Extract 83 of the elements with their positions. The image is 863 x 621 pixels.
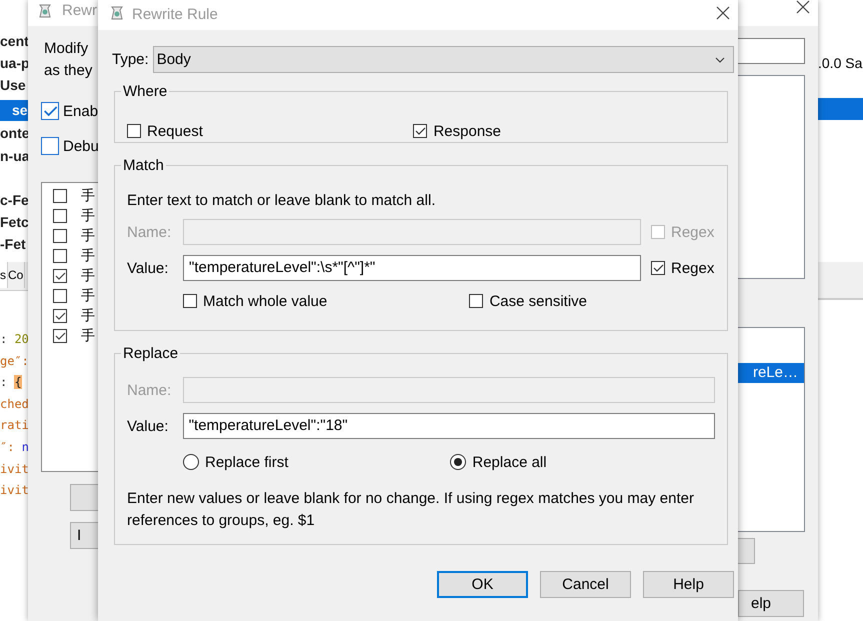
checkbox-label: Debu <box>63 138 99 154</box>
checkbox-label: Regex <box>671 260 714 276</box>
rule-name: 手 <box>81 187 95 205</box>
rule-name: 手 <box>81 327 95 345</box>
dialog-title: Rewrite Rule <box>132 6 218 23</box>
type-dropdown[interactable]: Body <box>152 46 734 73</box>
field-label: Value: <box>127 418 170 434</box>
tab[interactable]: s <box>0 262 8 288</box>
checkbox[interactable] <box>413 124 428 138</box>
list-item[interactable]: c-Fe <box>0 190 29 211</box>
rule-name: 手 <box>81 227 95 245</box>
rule-name: 手 <box>81 247 95 265</box>
rule-name: 手 <box>81 287 95 305</box>
code-line: ched <box>0 396 29 413</box>
checkbox[interactable] <box>41 102 59 120</box>
code-line: ivit <box>0 460 29 478</box>
radio-button[interactable] <box>450 454 466 470</box>
list-item[interactable]: se <box>0 100 28 121</box>
input-field[interactable] <box>182 377 715 403</box>
input-field[interactable]: "temperatureLevel":"18" <box>182 413 715 439</box>
caret-icon <box>715 56 725 62</box>
app-icon <box>110 5 124 21</box>
group-title: Match <box>122 157 165 174</box>
column-text: .0.0 Sa <box>818 55 862 71</box>
checkbox[interactable] <box>53 309 67 323</box>
checkbox[interactable] <box>53 289 67 303</box>
checkbox[interactable] <box>183 294 197 308</box>
code-line: ″: n <box>0 439 29 456</box>
rule-name: 手 <box>81 267 95 285</box>
field-label: Name: <box>127 382 172 398</box>
field-label: Value: <box>127 260 170 276</box>
field-label: Name: <box>127 224 172 240</box>
checkbox-label: Enab <box>63 102 98 120</box>
list-item[interactable]: n-ua <box>0 146 30 167</box>
list-item[interactable]: cent <box>0 31 29 52</box>
dialog-button[interactable]: Cancel <box>540 571 631 598</box>
app-icon <box>38 3 52 19</box>
group-title: Replace <box>122 345 180 362</box>
checkbox-label: Response <box>433 122 501 140</box>
description-text: as they <box>44 62 92 79</box>
radio-button[interactable] <box>183 454 199 470</box>
dialog-button[interactable]: OK <box>437 571 528 598</box>
hint-text: Enter text to match or leave blank to match all. <box>127 192 436 211</box>
checkbox[interactable] <box>469 294 484 308</box>
checkbox[interactable] <box>41 137 59 155</box>
note-text: Enter new values or leave blank for no change. If using regex matches you may enter references to groups, eg. $1 <box>127 489 695 531</box>
tab[interactable]: Co <box>8 262 26 288</box>
code-line: : { <box>0 374 22 392</box>
radio-label: Replace all <box>472 454 547 470</box>
list-item[interactable]: -Fet <box>0 234 26 255</box>
radio-label: Replace first <box>205 454 288 470</box>
input-field[interactable]: "temperatureLevel":\s*"[^"]*" <box>183 255 641 281</box>
type-label: Type: <box>112 51 149 68</box>
button[interactable]: elp <box>738 590 804 617</box>
input-field[interactable] <box>183 219 641 245</box>
close-icon[interactable] <box>716 6 730 20</box>
checkbox[interactable] <box>53 229 67 243</box>
code-line: rati <box>0 417 29 434</box>
checkbox[interactable] <box>53 269 67 283</box>
code-line: ge″: <box>0 352 29 370</box>
window-title: Rewr <box>62 2 98 19</box>
rule-name: 手 <box>81 207 95 225</box>
checkbox-label: Case sensitive <box>489 292 587 310</box>
list-item[interactable]: Fetc <box>0 212 29 233</box>
checkbox[interactable] <box>53 209 67 223</box>
checkbox[interactable] <box>53 249 67 263</box>
code-line: : 20 <box>0 331 29 348</box>
close-icon[interactable] <box>796 0 810 14</box>
checkbox[interactable] <box>651 261 665 275</box>
group-title: Where <box>122 83 168 100</box>
dialog-button[interactable]: Help <box>643 571 734 598</box>
description-text: Modify <box>44 40 88 57</box>
list-item[interactable]: ua-p <box>0 53 30 74</box>
checkbox-label: Request <box>147 122 203 140</box>
checkbox[interactable] <box>53 329 67 343</box>
checkbox-label: Match whole value <box>203 292 328 310</box>
code-line: ivit <box>0 482 29 500</box>
checkbox-label: Regex <box>671 224 714 240</box>
list-item[interactable]: Use <box>0 75 26 96</box>
list-item[interactable]: onte <box>0 123 30 144</box>
checkbox[interactable] <box>53 189 67 203</box>
checkbox[interactable] <box>127 124 141 138</box>
rule-name: 手 <box>81 307 95 325</box>
